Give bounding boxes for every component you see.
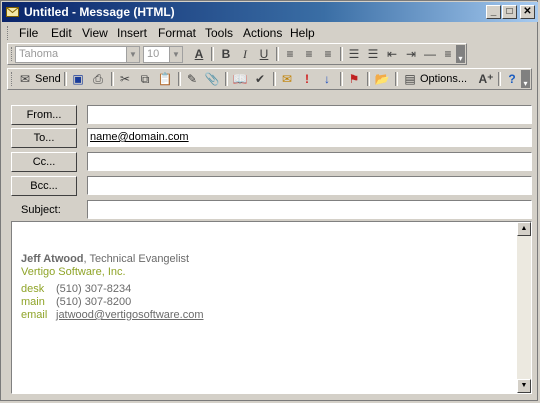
copy-icon[interactable]: ⧉ xyxy=(137,71,153,87)
scroll-down-icon[interactable]: ▼ xyxy=(517,379,531,393)
toolbar-separator xyxy=(395,72,398,86)
to-recipient[interactable]: name@domain.com xyxy=(90,131,189,143)
paste-icon[interactable]: 📋 xyxy=(157,71,173,87)
signature-icon[interactable]: ✉ xyxy=(279,71,295,87)
signature-desk-label: desk xyxy=(21,283,45,295)
more-buttons-icon[interactable]: ≡ xyxy=(440,46,456,62)
underline-icon[interactable]: U xyxy=(256,46,272,62)
bulleted-list-icon[interactable]: ☰ xyxy=(346,46,362,62)
signature-title: , Technical Evangelist xyxy=(83,253,190,265)
to-field[interactable]: name@domain.com xyxy=(87,128,532,147)
font-name-combo[interactable]: Tahoma ▼ xyxy=(15,46,140,63)
from-field[interactable] xyxy=(87,105,532,124)
menu-bar: File Edit View Insert Format Tools Actio… xyxy=(5,23,535,42)
subject-label: Subject: xyxy=(21,204,61,216)
decrease-indent-icon[interactable]: ⇤ xyxy=(384,46,400,62)
formatting-toolbar: Tahoma ▼ 10 ▼ A B I U ≡ ≡ ≡ ☰ ☰ ⇤ ⇥ ― ≡ … xyxy=(7,43,467,65)
print-icon[interactable]: ⎙ xyxy=(90,71,106,87)
help-icon[interactable]: ? xyxy=(504,71,520,87)
signature-email-label: email xyxy=(21,309,48,321)
chevron-down-icon[interactable]: ▼ xyxy=(126,47,139,62)
toolbar-separator xyxy=(340,72,343,86)
menu-insert[interactable]: Insert xyxy=(117,26,147,40)
font-color-icon[interactable]: A xyxy=(191,46,207,62)
signature-name-line: Jeff Atwood, Technical Evangelist xyxy=(21,253,189,265)
cut-icon[interactable]: ✂ xyxy=(117,71,133,87)
toolbar-separator xyxy=(498,72,501,86)
italic-icon[interactable]: I xyxy=(237,46,253,62)
align-right-icon[interactable]: ≡ xyxy=(320,46,336,62)
signature-main-value: (510) 307-8200 xyxy=(56,296,132,308)
toolbar-separator xyxy=(340,47,343,61)
send-icon: ✉ xyxy=(19,72,31,86)
chevron-down-icon[interactable]: ▼ xyxy=(169,47,182,62)
bcc-button[interactable]: Bcc... xyxy=(11,176,77,196)
title-bar[interactable]: Untitled - Message (HTML) _ □ ✕ xyxy=(2,2,538,22)
toolbar-overflow-icon[interactable]: ▾ xyxy=(456,45,465,63)
menu-file[interactable]: File xyxy=(19,26,38,40)
options-button[interactable]: ▤ Options... xyxy=(402,71,474,87)
standard-toolbar: ✉ Send ▣ ⎙ ✂ ⧉ 📋 ✎ 📎 📖 ✔ ✉ ! ↓ ⚑ 📂 ▤ Opt… xyxy=(7,68,532,90)
close-button[interactable]: ✕ xyxy=(520,5,535,19)
bcc-field[interactable] xyxy=(87,176,532,195)
cc-button[interactable]: Cc... xyxy=(11,152,77,172)
toolbar-grip[interactable] xyxy=(11,72,15,86)
subject-field[interactable] xyxy=(87,200,532,219)
options-icon: ▤ xyxy=(404,72,416,86)
message-window: Untitled - Message (HTML) _ □ ✕ File Edi… xyxy=(0,0,538,401)
toolbar-separator xyxy=(367,72,370,86)
align-center-icon[interactable]: ≡ xyxy=(301,46,317,62)
numbered-list-icon[interactable]: ☰ xyxy=(365,46,381,62)
attach-icon[interactable]: 📎 xyxy=(204,71,220,87)
window-title: Untitled - Message (HTML) xyxy=(24,5,175,19)
address-book-icon[interactable]: 📖 xyxy=(232,71,248,87)
options-label: Options... xyxy=(420,73,468,85)
signature-main-label: main xyxy=(21,296,45,308)
message-body[interactable]: Jeff Atwood, Technical Evangelist Vertig… xyxy=(11,221,532,394)
font-name-value: Tahoma xyxy=(19,48,59,60)
save-icon[interactable]: ▣ xyxy=(70,71,86,87)
toolbar-separator xyxy=(211,47,214,61)
menu-edit[interactable]: Edit xyxy=(51,26,72,40)
toolbar-separator xyxy=(225,72,228,86)
toolbar-separator xyxy=(273,72,276,86)
bold-icon[interactable]: B xyxy=(218,46,234,62)
toolbar-separator xyxy=(276,47,279,61)
toolbar-overflow-icon[interactable]: ▾ xyxy=(521,70,530,88)
cc-field[interactable] xyxy=(87,152,532,171)
flag-icon[interactable]: ⚑ xyxy=(346,71,362,87)
menu-grip[interactable] xyxy=(7,26,11,40)
send-label: Send xyxy=(35,73,61,85)
menu-help[interactable]: Help xyxy=(290,26,315,40)
low-importance-icon[interactable]: ↓ xyxy=(319,71,335,87)
menu-actions[interactable]: Actions xyxy=(243,26,282,40)
open-folder-icon[interactable]: 📂 xyxy=(374,71,390,87)
minimize-button[interactable]: _ xyxy=(486,5,501,19)
menu-view[interactable]: View xyxy=(82,26,108,40)
to-button[interactable]: To... xyxy=(11,128,77,148)
check-names-icon[interactable]: ✔ xyxy=(252,71,268,87)
high-importance-icon[interactable]: ! xyxy=(299,71,315,87)
menu-format[interactable]: Format xyxy=(158,26,196,40)
maximize-button[interactable]: □ xyxy=(502,5,517,19)
signature-name: Jeff Atwood xyxy=(21,253,84,265)
signature-company: Vertigo Software, Inc. xyxy=(21,266,126,278)
from-button[interactable]: From... xyxy=(11,105,77,125)
font-size-combo[interactable]: 10 ▼ xyxy=(143,46,183,63)
toolbar-separator xyxy=(64,72,67,86)
scroll-up-icon[interactable]: ▲ xyxy=(517,222,531,236)
align-left-icon[interactable]: ≡ xyxy=(282,46,298,62)
insert-file-icon[interactable]: ✎ xyxy=(184,71,200,87)
insert-line-icon[interactable]: ― xyxy=(422,46,438,62)
font-size-value: 10 xyxy=(147,48,160,60)
vertical-scrollbar[interactable]: ▲ ▼ xyxy=(517,222,531,393)
increase-indent-icon[interactable]: ⇥ xyxy=(403,46,419,62)
envelope-icon xyxy=(6,7,19,17)
signature-desk-value: (510) 307-8234 xyxy=(56,283,132,295)
menu-tools[interactable]: Tools xyxy=(205,26,233,40)
toolbar-separator xyxy=(178,72,181,86)
toolbar-separator xyxy=(111,72,114,86)
signature-email-link[interactable]: jatwood@vertigosoftware.com xyxy=(56,309,204,321)
font-size-increase-icon[interactable]: A⁺ xyxy=(478,71,494,87)
